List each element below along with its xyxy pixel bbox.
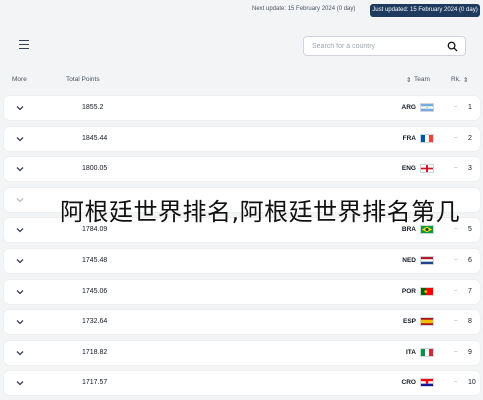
rank-number: 5 — [468, 226, 472, 234]
flag-icon — [420, 256, 434, 265]
next-update-text: Next update: 15 February 2024 (0 day) — [252, 6, 356, 12]
flag-icon — [420, 133, 434, 143]
chevron-down-icon[interactable] — [16, 379, 24, 387]
team-code: ARG — [401, 104, 416, 111]
rank-change: – — [454, 134, 458, 141]
rank-change: – — [454, 379, 458, 386]
total-points: 1784.09 — [82, 226, 108, 234]
total-points: 1745.06 — [82, 287, 108, 295]
team-code: POR — [401, 287, 416, 295]
team-code: CRO — [401, 379, 416, 387]
column-team[interactable]: Team — [414, 76, 430, 83]
rank-change: – — [454, 257, 458, 263]
team-code: ITA — [406, 348, 416, 356]
table-header: More Total Points Team ⇕ Rk. ⇕ — [0, 72, 483, 88]
chevron-down-icon[interactable] — [16, 165, 24, 173]
team-code: NED — [402, 257, 416, 264]
rank-number: 8 — [468, 318, 472, 326]
rank-change: – — [454, 318, 458, 325]
team-code: ESP — [402, 318, 416, 326]
sort-icon[interactable]: ⇕ — [406, 76, 411, 84]
flag-icon — [420, 317, 434, 327]
table-row[interactable]: 1845.44 FRA – 2 — [4, 126, 480, 151]
rank-change: – — [454, 165, 458, 172]
team-code: ENG — [401, 165, 416, 173]
flag-icon — [420, 347, 434, 357]
flag-icon — [420, 286, 434, 296]
sort-icon[interactable]: ⇕ — [463, 76, 468, 84]
chevron-down-icon[interactable] — [16, 318, 24, 326]
chevron-down-icon[interactable] — [16, 226, 24, 234]
team-code: BRA — [401, 226, 416, 234]
team-code: FRA — [402, 134, 416, 142]
rank-number: 6 — [468, 257, 472, 264]
just-updated-badge: Just updated: 15 February 2024 (0 day) — [370, 4, 480, 17]
chevron-down-icon[interactable] — [16, 288, 24, 296]
table-row[interactable]: 1732.64 ESP – 8 — [4, 310, 480, 335]
table-row[interactable]: 1718.82 ITA – 9 — [4, 340, 480, 365]
rank-number: 3 — [468, 165, 472, 173]
total-points: 1718.82 — [82, 348, 108, 356]
column-rank[interactable]: Rk. — [451, 76, 461, 83]
chevron-down-icon[interactable] — [16, 257, 24, 265]
table-row[interactable]: 1855.2 ARG – 1 — [4, 96, 480, 120]
total-points: 1745.48 — [82, 257, 108, 264]
chevron-down-icon[interactable] — [16, 349, 24, 357]
rank-number: 1 — [468, 104, 472, 111]
search-icon[interactable] — [447, 41, 458, 52]
chevron-down-icon[interactable] — [16, 104, 24, 112]
table-row[interactable]: 1745.06 POR – 7 — [4, 279, 480, 304]
rank-change: – — [454, 104, 458, 110]
rank-change: – — [454, 287, 458, 294]
total-points: 1845.44 — [82, 134, 108, 142]
rank-change: – — [454, 348, 458, 355]
column-total-points[interactable]: Total Points — [66, 76, 100, 83]
total-points: 1732.64 — [82, 318, 108, 326]
total-points: 1800.05 — [82, 165, 108, 173]
rank-number: 2 — [468, 134, 472, 142]
chevron-down-icon[interactable] — [16, 135, 24, 143]
table-row[interactable]: 1717.57 CRO – 10 — [4, 371, 480, 396]
rank-number: 10 — [468, 379, 476, 387]
column-more: More — [12, 76, 27, 83]
watermark-overlay: 阿根廷世界排名,阿根廷世界排名第几 — [60, 198, 461, 226]
flag-icon — [420, 103, 434, 112]
rank-number: 9 — [468, 348, 472, 356]
table-row[interactable]: 1745.48 NED – 6 — [4, 249, 480, 273]
total-points: 1717.57 — [82, 379, 108, 387]
flag-icon — [420, 164, 434, 174]
chevron-down-icon[interactable] — [16, 196, 24, 204]
top-bar: Next update: 15 February 2024 (0 day) Ju… — [0, 0, 483, 22]
search-input[interactable] — [312, 40, 442, 53]
rank-change: – — [454, 226, 458, 233]
flag-icon — [420, 378, 434, 388]
table-row[interactable]: 1800.05 ENG – 3 — [4, 157, 480, 182]
filter-icon[interactable] — [19, 40, 29, 50]
rank-number: 7 — [468, 287, 472, 295]
total-points: 1855.2 — [82, 104, 104, 111]
search-box[interactable] — [303, 36, 466, 56]
